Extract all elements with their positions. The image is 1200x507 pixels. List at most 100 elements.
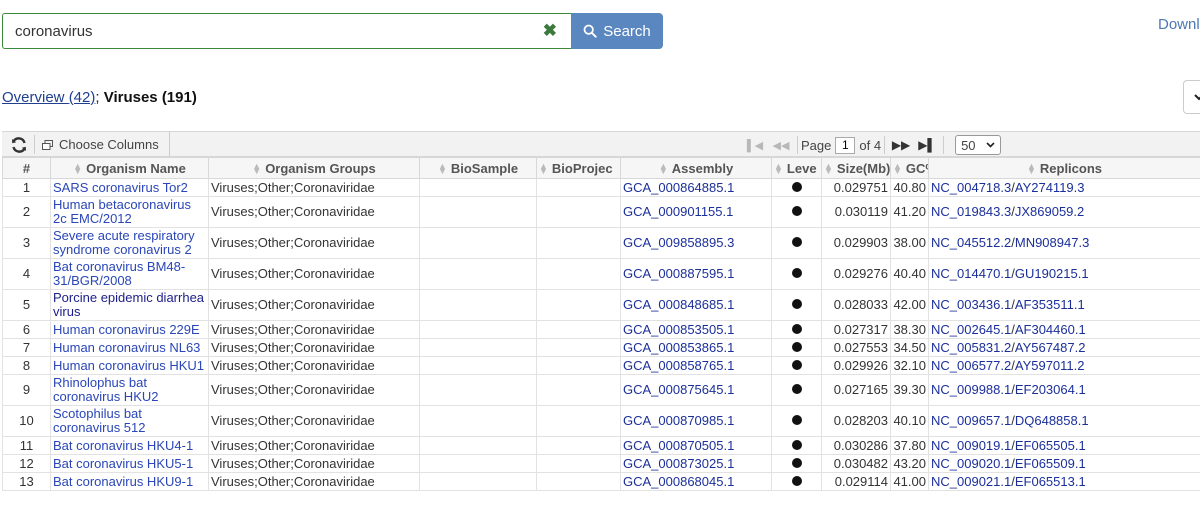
replicon-genbank-link[interactable]: AF353511.1 [1015,297,1085,312]
replicon-genbank-link[interactable]: EF203064.1 [1015,382,1086,397]
replicon-refseq-link[interactable]: NC_004718.3 [931,180,1011,195]
organism-name-link[interactable]: SARS coronavirus Tor2 [53,180,188,195]
col-header[interactable]: ▲ ▼ BioProjec [536,157,621,179]
choose-columns-button[interactable]: Choose Columns [42,137,159,152]
table-row[interactable]: 7 Human coronavirus NL63 Viruses;Other;Cor… [2,338,1200,357]
organism-name-link[interactable]: Severe acute respiratory syndrome corona… [53,228,195,257]
replicon-refseq-link[interactable]: NC_009988.1 [931,382,1011,397]
assembly-link[interactable]: GCA_009858895.3 [623,235,734,250]
assembly-link[interactable]: GCA_000853505.1 [623,322,734,337]
organism-name-link[interactable]: Human coronavirus 229E [53,322,200,337]
organism-name-link[interactable]: Bat coronavirus BM48-31/BGR/2008 [53,259,185,288]
col-header[interactable]: ▲ ▼ Assembly [620,157,772,179]
replicon-genbank-link[interactable]: DQ648858.1 [1015,413,1089,428]
table-row[interactable]: 2 Human betacoronavirus 2c EMC/2012 Viruse… [2,196,1200,228]
row-number: 13 [2,472,51,491]
organism-name-link[interactable]: Scotophilus bat coronavirus 512 [53,406,146,435]
organism-name-link[interactable]: Porcine epidemic diarrhea virus [53,290,204,319]
replicon-refseq-link[interactable]: NC_003436.1 [931,297,1011,312]
col-header-label: GC% [905,160,928,176]
replicon-genbank-link[interactable]: GU190215.1 [1015,266,1089,281]
organism-name-link[interactable]: Human betacoronavirus 2c EMC/2012 [53,197,191,226]
replicon-refseq-link[interactable]: NC_006577.2 [931,358,1011,373]
table-row[interactable]: 8 Human coronavirus HKU1 Viruses;Other;Cor… [2,356,1200,375]
table-header-row: # ▲ ▼ Organism Name ▲ ▼ Organism Groups ▲ ▼ Bi… [2,157,1200,179]
col-header[interactable]: # [2,157,51,179]
replicon-genbank-link[interactable]: EF065509.1 [1015,456,1086,471]
table-row[interactable]: 4 Bat coronavirus BM48-31/BGR/2008 Viruses… [2,258,1200,290]
assembly-link[interactable]: GCA_000901155.1 [623,204,733,219]
prev-page-icon[interactable]: ◀◀ [768,139,794,152]
search-input[interactable] [15,14,525,48]
replicon-genbank-link[interactable]: JX869059.2 [1015,204,1084,219]
replicon-refseq-link[interactable]: NC_045512.2 [931,235,1011,250]
table-row[interactable]: 6 Human coronavirus 229E Viruses;Other;Cor… [2,320,1200,339]
replicon-refseq-link[interactable]: NC_009019.1 [931,438,1011,453]
biosample-cell [419,289,537,321]
table-row[interactable]: 10 Scotophilus bat coronavirus 512 Viruses… [2,405,1200,437]
replicon-genbank-link[interactable]: MN908947.3 [1015,235,1089,250]
col-header[interactable]: ▲ ▼ Organism Groups [208,157,420,179]
organism-name-link[interactable]: Bat coronavirus HKU5-1 [53,456,193,471]
refresh-icon[interactable] [10,136,28,154]
assembly-link[interactable]: GCA_000870505.1 [623,438,734,453]
col-header[interactable]: ▲ ▼ Organism Name [50,157,209,179]
assembly-link[interactable]: GCA_000868045.1 [623,474,734,489]
col-header[interactable]: ▲ ▼ Size(Mb) [821,157,891,179]
col-header-label: Organism Name [86,160,186,176]
download-link[interactable]: Downl [1158,16,1200,33]
replicon-refseq-link[interactable]: NC_009657.1 [931,413,1011,428]
assembly-link[interactable]: GCA_000858765.1 [623,358,734,373]
last-page-icon[interactable]: ▶▌ [914,138,940,152]
assembly-link[interactable]: GCA_000864885.1 [623,180,734,195]
table-row[interactable]: 3 Severe acute respiratory syndrome coron… [2,227,1200,259]
replicon-refseq-link[interactable]: NC_014470.1 [931,266,1011,281]
toolbar-divider [34,135,35,154]
tab-viruses[interactable]: Viruses (191) [104,89,197,106]
assembly-link[interactable]: GCA_000875645.1 [623,382,734,397]
assembly-link[interactable]: GCA_000873025.1 [623,456,734,471]
assembly-link[interactable]: GCA_000887595.1 [623,266,734,281]
table-row[interactable]: 11 Bat coronavirus HKU4-1 Viruses;Other;Co… [2,436,1200,455]
assembly-link[interactable]: GCA_000870985.1 [623,413,734,428]
replicon-genbank-link[interactable]: EF065513.1 [1015,474,1086,489]
next-page-icon[interactable]: ▶▶ [888,138,914,152]
bioproject-cell [536,436,621,455]
replicon-refseq-link[interactable]: NC_009021.1 [931,474,1011,489]
replicons-cell: NC_005831.2/AY567487.2 [928,338,1200,357]
replicon-refseq-link[interactable]: NC_019843.3 [931,204,1011,219]
assembly-cell: GCA_009858895.3 [620,227,772,259]
table-row[interactable]: 1 SARS coronavirus Tor2 Viruses;Other;Coro… [2,178,1200,197]
close-icon[interactable]: ✖ [543,21,557,41]
replicon-genbank-link[interactable]: AY597011.2 [1015,358,1085,373]
table-row[interactable]: 12 Bat coronavirus HKU5-1 Viruses;Other;Co… [2,454,1200,473]
replicon-refseq-link[interactable]: NC_009020.1 [931,456,1011,471]
replicon-genbank-link[interactable]: EF065505.1 [1015,438,1086,453]
assembly-link[interactable]: GCA_000853865.1 [623,340,734,355]
first-page-icon[interactable]: ▌◀ [742,139,768,152]
rows-per-page-select[interactable]: 50 [955,135,1002,155]
col-header[interactable]: ▲ ▼ Replicons [928,157,1200,179]
col-header[interactable]: ▲▼GC% [890,157,929,179]
side-panel-toggle[interactable] [1183,80,1200,114]
organism-name-link[interactable]: Bat coronavirus HKU9-1 [53,474,193,489]
table-row[interactable]: 5 Porcine epidemic diarrhea virus Viruses;… [2,289,1200,321]
replicon-genbank-link[interactable]: AY567487.2 [1015,340,1086,355]
organism-name-link[interactable]: Bat coronavirus HKU4-1 [53,438,193,453]
table-row[interactable]: 13 Bat coronavirus HKU9-1 Viruses;Other;Co… [2,472,1200,491]
col-header[interactable]: ▲ ▼ Leve [771,157,822,179]
replicon-refseq-link[interactable]: NC_002645.1 [931,322,1011,337]
replicon-refseq-link[interactable]: NC_005831.2 [931,340,1011,355]
organism-groups-cell: Viruses;Other;Coronaviridae [208,338,420,357]
tab-overview[interactable]: Overview (42) [2,89,95,106]
search-button[interactable]: Search [571,13,663,49]
page-number-input[interactable] [835,136,856,154]
assembly-link[interactable]: GCA_000848685.1 [623,297,734,312]
organism-name-link[interactable]: Human coronavirus HKU1 [53,358,204,373]
replicon-genbank-link[interactable]: AF304460.1 [1015,322,1086,337]
replicon-genbank-link[interactable]: AY274119.3 [1015,180,1085,195]
col-header[interactable]: ▲ ▼ BioSample [419,157,537,179]
organism-name-link[interactable]: Rhinolophus bat coronavirus HKU2 [53,375,159,404]
table-row[interactable]: 9 Rhinolophus bat coronavirus HKU2 Viruses… [2,374,1200,406]
organism-name-link[interactable]: Human coronavirus NL63 [53,340,200,355]
